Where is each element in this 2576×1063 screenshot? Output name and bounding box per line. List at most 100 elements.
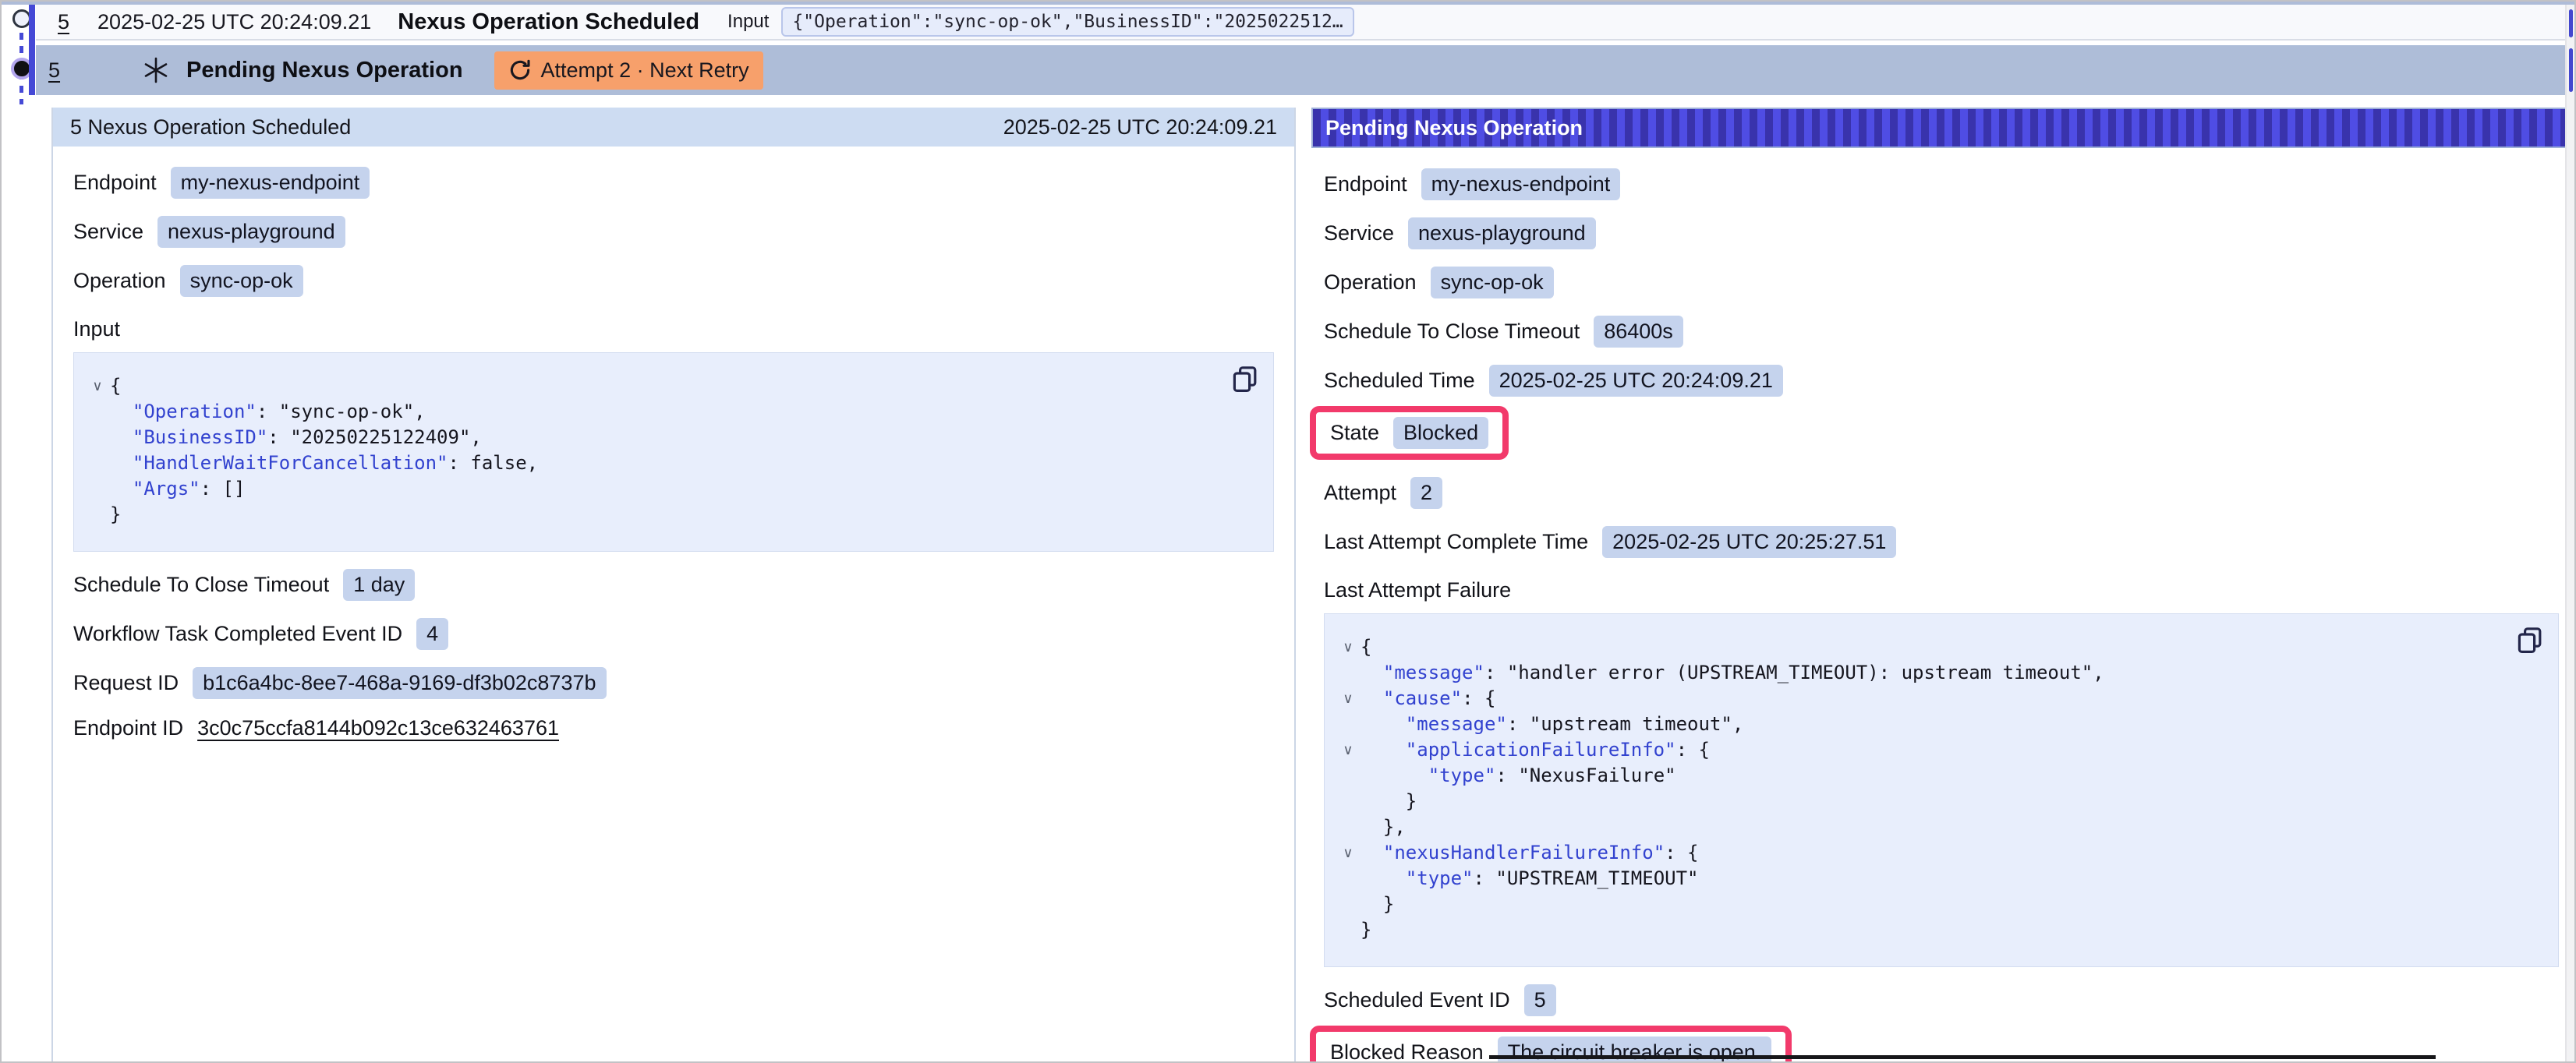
code-text: "applicationFailureInfo": { (1361, 737, 1710, 763)
field-operation: Operation sync-op-ok (73, 265, 1274, 297)
field-value-chip: 5 (1524, 984, 1556, 1016)
field-endpoint: Endpoint my-nexus-endpoint (1324, 168, 2559, 200)
scrollbar-track[interactable] (2565, 5, 2574, 1061)
code-text: "Operation": "sync-op-ok", (110, 399, 426, 425)
annotation-highlight-state: State Blocked (1310, 406, 1509, 460)
collapse-chevron-icon[interactable]: ∨ (1336, 686, 1361, 712)
field-endpoint-id: Endpoint ID 3c0c75ccfa8144b092c13ce63246… (73, 716, 1274, 740)
code-text: { (110, 373, 121, 399)
code-line: } (85, 502, 1254, 528)
collapse-chevron-icon[interactable]: ∨ (1336, 840, 1361, 866)
scrollbar-thumb[interactable] (2569, 9, 2573, 37)
field-value-chip: nexus-playground (1408, 217, 1596, 249)
event-title: Nexus Operation Scheduled (398, 9, 699, 35)
code-line: "Operation": "sync-op-ok", (85, 399, 1254, 425)
code-gutter (1336, 917, 1361, 943)
field-label: Operation (73, 269, 166, 293)
field-label: Blocked Reason (1330, 1040, 1484, 1063)
collapse-chevron-icon[interactable]: ∨ (1336, 634, 1361, 660)
field-schedule-to-close: Schedule To Close Timeout 1 day (73, 569, 1274, 601)
code-text: "BusinessID": "20250225122409", (110, 425, 482, 450)
code-line: "type": "UPSTREAM_TIMEOUT" (1336, 866, 2539, 892)
event-id-link[interactable]: 5 (48, 58, 60, 83)
panel-header: 5 Nexus Operation Scheduled 2025-02-25 U… (53, 108, 1294, 147)
code-line: ∨ "nexusHandlerFailureInfo": { (1336, 840, 2539, 866)
field-label: Request ID (73, 671, 179, 695)
code-gutter (85, 476, 110, 502)
field-label: Scheduled Event ID (1324, 988, 1510, 1012)
scrollbar-thumb[interactable] (2569, 48, 2573, 92)
code-line: } (1336, 917, 2539, 943)
selected-events-indicator-bar (29, 5, 35, 95)
field-value-chip: nexus-playground (157, 216, 345, 248)
code-line: } (1336, 892, 2539, 917)
code-text: } (1361, 789, 1417, 814)
field-label: Last Attempt Complete Time (1324, 530, 1588, 554)
copy-icon[interactable] (1233, 366, 1259, 395)
code-gutter (1336, 814, 1361, 840)
code-line: }, (1336, 814, 2539, 840)
window-bottom-edge (1489, 1055, 2436, 1059)
code-line: "message": "upstream timeout", (1336, 712, 2539, 737)
code-line: ∨ "applicationFailureInfo": { (1336, 737, 2539, 763)
code-text: "Args": [] (110, 476, 245, 502)
endpoint-id-link[interactable]: 3c0c75ccfa8144b092c13ce632463761 (197, 716, 559, 740)
field-label: Schedule To Close Timeout (73, 573, 329, 597)
event-row-pending-selected[interactable]: 5 Pending Nexus Operation Attempt 2 · Ne… (36, 45, 2570, 95)
code-text: } (110, 502, 121, 528)
field-value-chip: 1 day (343, 569, 415, 601)
event-id-link[interactable]: 5 (58, 10, 69, 34)
input-label: Input (727, 11, 769, 33)
pending-operation-panel: Pending Nexus Operation Endpoint my-nexu… (1311, 108, 2571, 1063)
field-label: Endpoint (1324, 172, 1407, 196)
copy-icon[interactable] (2518, 627, 2544, 656)
code-line: "HandlerWaitForCancellation": false, (85, 450, 1254, 476)
field-value-chip: 86400s (1594, 316, 1683, 348)
code-gutter (1336, 712, 1361, 737)
code-text: } (1361, 892, 1394, 917)
code-text: "type": "NexusFailure" (1361, 763, 1676, 789)
field-service: Service nexus-playground (73, 216, 1274, 248)
event-row-scheduled[interactable]: 5 2025-02-25 UTC 20:24:09.21 Nexus Opera… (36, 5, 2570, 41)
code-text: "type": "UPSTREAM_TIMEOUT" (1361, 866, 1699, 892)
code-line: "BusinessID": "20250225122409", (85, 425, 1254, 450)
field-label: Service (73, 220, 143, 244)
code-gutter (1336, 866, 1361, 892)
pending-asterisk-icon (143, 57, 169, 83)
event-time: 2025-02-25 UTC 20:24:09.21 (97, 10, 371, 34)
field-request-id: Request ID b1c6a4bc-8ee7-468a-9169-df3b0… (73, 667, 1274, 699)
code-gutter (85, 425, 110, 450)
field-schedule-to-close: Schedule To Close Timeout 86400s (1324, 316, 2559, 348)
field-endpoint: Endpoint my-nexus-endpoint (73, 167, 1274, 199)
field-label: Schedule To Close Timeout (1324, 320, 1580, 344)
code-text: "HandlerWaitForCancellation": false, (110, 450, 538, 476)
collapse-chevron-icon[interactable]: ∨ (1336, 737, 1361, 763)
failure-json-viewer: ∨{ "message": "handler error (UPSTREAM_T… (1324, 613, 2559, 967)
field-label: Service (1324, 221, 1394, 245)
input-preview-chip: {"Operation":"sync-op-ok","BusinessID":"… (781, 7, 1353, 37)
failure-section-label: Last Attempt Failure (1324, 578, 2559, 602)
field-label: Scheduled Time (1324, 369, 1475, 393)
code-line: "Args": [] (85, 476, 1254, 502)
field-value-chip: sync-op-ok (180, 265, 303, 297)
panel-header-title: Pending Nexus Operation (1325, 116, 1583, 140)
code-gutter (85, 450, 110, 476)
field-value-chip: sync-op-ok (1431, 267, 1554, 298)
retry-icon (508, 58, 532, 82)
event-title: Pending Nexus Operation (186, 58, 463, 83)
field-scheduled-time: Scheduled Time 2025-02-25 UTC 20:24:09.2… (1324, 365, 2559, 397)
panel-header-time: 2025-02-25 UTC 20:24:09.21 (1003, 115, 1277, 139)
field-label: State (1330, 421, 1379, 445)
collapse-chevron-icon[interactable]: ∨ (85, 373, 110, 399)
code-line: ∨{ (85, 373, 1254, 399)
field-value-chip: 4 (416, 618, 448, 650)
field-value-chip: 2025-02-25 UTC 20:24:09.21 (1489, 365, 1783, 397)
panel-body: Endpoint my-nexus-endpoint Service nexus… (1311, 148, 2571, 1063)
code-text: "message": "upstream timeout", (1361, 712, 1743, 737)
code-line: ∨{ (1336, 634, 2539, 660)
field-value-chip: 2025-02-25 UTC 20:25:27.51 (1602, 526, 1896, 558)
field-value-chip: my-nexus-endpoint (1421, 168, 1621, 200)
event-detail-panel-scheduled: 5 Nexus Operation Scheduled 2025-02-25 U… (51, 108, 1296, 1063)
field-value-chip: 2 (1410, 477, 1442, 509)
field-label: Endpoint ID (73, 716, 183, 740)
